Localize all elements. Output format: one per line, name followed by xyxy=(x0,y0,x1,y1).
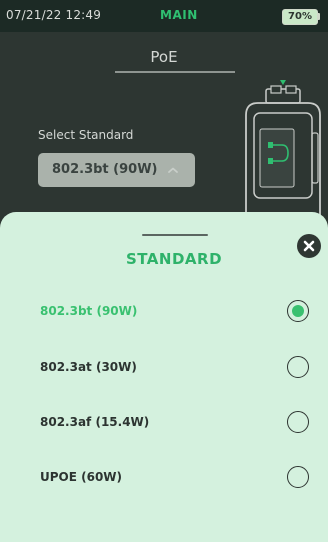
option-802-3bt[interactable]: 802.3bt (90W) xyxy=(0,292,328,332)
battery-indicator: 70% xyxy=(282,9,318,25)
title-underline xyxy=(115,71,235,73)
standard-bottom-sheet: STANDARD 802.3bt (90W) 802.3at (30W) 802… xyxy=(0,212,328,542)
option-upoe[interactable]: UPOE (60W) xyxy=(0,458,328,498)
option-label: 802.3af (15.4W) xyxy=(40,415,150,429)
status-mode: MAIN xyxy=(160,8,198,22)
status-datetime: 07/21/22 12:49 xyxy=(6,8,102,22)
device-icon xyxy=(245,80,321,220)
device-screen: 07/21/22 12:49 MAIN 70% PoE Select Stand… xyxy=(0,0,328,542)
radio-selected[interactable] xyxy=(287,300,309,322)
chevron-up-icon xyxy=(168,167,178,173)
battery-tip xyxy=(318,13,320,20)
sheet-title: STANDARD xyxy=(125,250,223,268)
status-bar: 07/21/22 12:49 MAIN 70% xyxy=(0,0,328,32)
option-label: UPOE (60W) xyxy=(40,470,123,484)
radio-unselected[interactable] xyxy=(287,356,309,378)
radio-dot xyxy=(291,304,304,317)
page-title: PoE xyxy=(150,48,178,66)
close-button[interactable] xyxy=(297,234,321,258)
option-label: 802.3at (30W) xyxy=(40,360,137,374)
radio-unselected[interactable] xyxy=(287,411,309,433)
battery-level: 70% xyxy=(288,11,312,22)
option-label: 802.3bt (90W) xyxy=(40,304,138,318)
select-standard-label: Select Standard xyxy=(38,128,134,142)
close-icon xyxy=(303,240,315,252)
standard-select[interactable]: 802.3bt (90W) xyxy=(38,153,195,187)
sheet-drag-handle[interactable] xyxy=(142,234,208,236)
option-802-3at[interactable]: 802.3at (30W) xyxy=(0,348,328,388)
radio-unselected[interactable] xyxy=(287,466,309,488)
option-802-3af[interactable]: 802.3af (15.4W) xyxy=(0,403,328,443)
standard-select-value: 802.3bt (90W) xyxy=(52,162,158,177)
